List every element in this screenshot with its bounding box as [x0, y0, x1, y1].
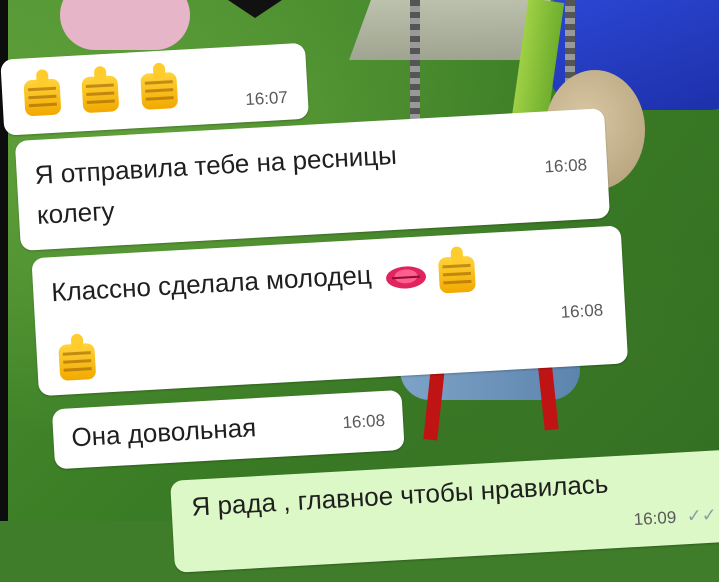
kiss-lips-icon	[385, 265, 427, 290]
message-bubble-incoming[interactable]: Классно сделала молодец 16:08	[31, 225, 629, 397]
message-bubble-incoming[interactable]: 16:07	[0, 42, 310, 136]
message-text: Она довольная	[70, 412, 257, 453]
message-bubble-outgoing[interactable]: Я рада , главное чтобы нравилась 16:09 ✓…	[170, 449, 719, 573]
message-time: 16:08	[341, 410, 386, 433]
message-time: 16:08	[544, 155, 588, 177]
read-receipt-icon: ✓✓	[686, 504, 718, 527]
message-time: 16:08	[560, 300, 604, 322]
chat-thread: 16:07 Я отправила тебе на ресницы колегу…	[0, 0, 719, 573]
thumbs-up-icon	[437, 255, 476, 294]
message-time: 16:09	[633, 507, 677, 530]
emoji-row	[23, 71, 179, 117]
thumbs-up-icon	[58, 342, 97, 381]
message-text-line-2: колегу	[36, 195, 116, 230]
message-text: Классно сделала молодец	[50, 259, 373, 308]
message-bubble-incoming[interactable]: Она довольная 16:08	[51, 389, 405, 470]
message-time: 16:07	[244, 87, 289, 110]
thumbs-up-icon	[81, 75, 120, 114]
thumbs-up-icon	[23, 78, 62, 117]
message-meta: 16:09 ✓✓	[633, 504, 717, 530]
message-text: Я рада , главное чтобы нравилась	[190, 468, 609, 522]
message-text-line-1: Я отправила тебе на ресницы	[33, 139, 398, 191]
thumbs-up-icon	[140, 71, 179, 110]
message-line: Классно сделала молодец	[50, 252, 476, 315]
